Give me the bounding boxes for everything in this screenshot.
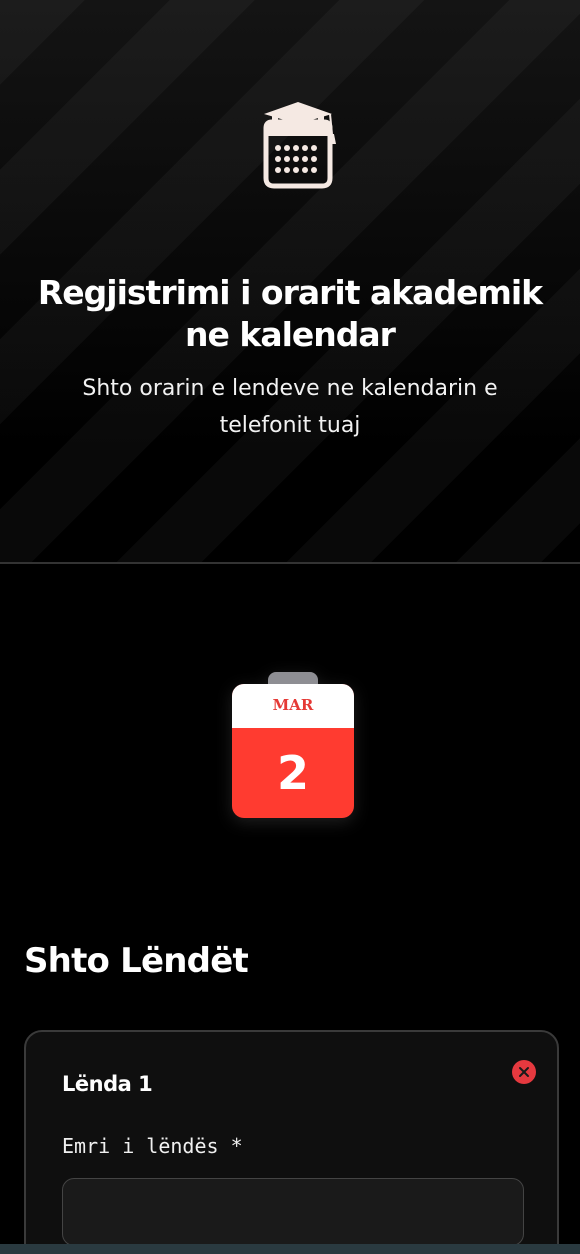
page-title: Regjistrimi i orarit akademik ne kalenda… (37, 273, 543, 354)
subject-card-title: Lënda 1 (62, 1072, 153, 1096)
page: Regjistrimi i orarit akademik ne kalenda… (0, 0, 580, 1254)
calendar-graduation-cap-icon (263, 102, 336, 189)
subjects-section-title: Shto Lëndët (24, 941, 249, 981)
calendar-day: 2 (276, 746, 309, 800)
hero-section: Regjistrimi i orarit akademik ne kalenda… (0, 0, 580, 562)
close-icon (519, 1067, 529, 1077)
subject-name-input[interactable] (62, 1178, 524, 1246)
section-divider (0, 562, 580, 564)
remove-subject-button[interactable] (512, 1060, 536, 1084)
subject-name-label: Emri i lëndës * (62, 1134, 243, 1158)
bottom-bar (0, 1244, 580, 1254)
page-subtitle: Shto orarin e lendeve ne kalendarin e te… (82, 376, 498, 438)
calendar-body: MAR 2 (232, 684, 354, 818)
calendar-date-icon: MAR 2 (232, 672, 354, 820)
subject-card: Lënda 1 Emri i lëndës * (24, 1030, 559, 1254)
calendar-month: MAR (272, 696, 314, 714)
